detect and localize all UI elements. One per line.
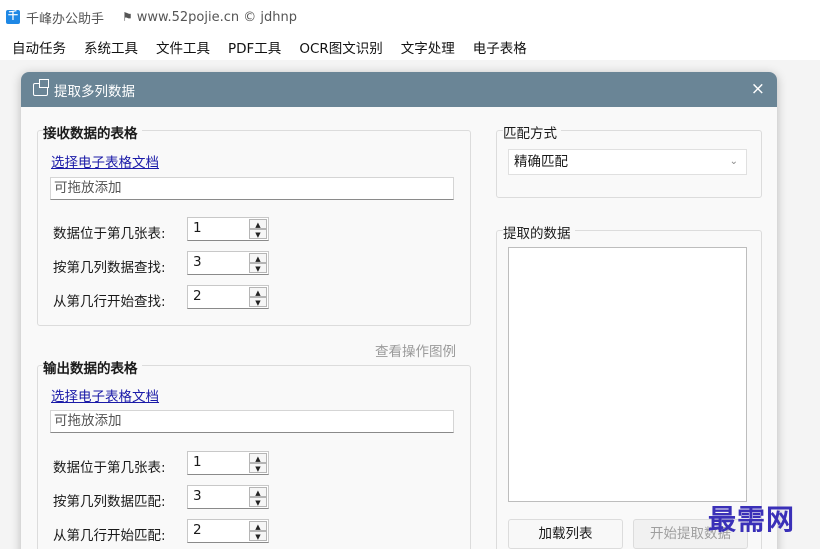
receive-start-row-label: 从第几行开始查找: [53,294,166,310]
stepper-down-icon[interactable]: ▼ [249,229,267,239]
app-website: www.52pojie.cn © jdhnp [136,9,297,25]
output-column-label: 按第几列数据匹配: [53,494,166,510]
chevron-down-icon: ⌄ [729,156,738,167]
match-mode-value: 精确匹配 [514,154,568,170]
stepper-down-icon[interactable]: ▼ [249,497,267,507]
output-group-title: 输出数据的表格 [43,357,142,377]
stepper-value: 1 [193,220,202,236]
menu-ocr[interactable]: OCR图文识别 [299,37,382,57]
dialog-header: 提取多列数据 × [21,72,777,107]
website-icon: ⚑ [122,10,133,24]
stepper-up-icon[interactable]: ▲ [249,487,267,497]
extract-columns-dialog: 提取多列数据 × 接收数据的表格 选择电子表格文档 可拖放添加 数据位于第几张表… [21,72,777,549]
receive-column-stepper[interactable]: 3 ▲ ▼ [187,251,269,275]
output-start-row-label: 从第几行开始匹配: [53,528,166,544]
stepper-up-icon[interactable]: ▲ [249,521,267,531]
menu-auto-task[interactable]: 自动任务 [12,37,66,57]
dialog-title: 提取多列数据 [54,83,135,100]
receive-column-label: 按第几列数据查找: [53,260,166,276]
stepper-down-icon[interactable]: ▼ [249,463,267,473]
stepper-down-icon[interactable]: ▼ [249,531,267,541]
menu-spreadsheet[interactable]: 电子表格 [473,37,527,57]
receive-choose-file-link[interactable]: 选择电子表格文档 [51,151,159,171]
match-mode-select[interactable]: 精确匹配 ⌄ [508,149,747,175]
load-list-button[interactable]: 加载列表 [508,519,623,549]
output-drop-field[interactable]: 可拖放添加 [50,410,454,433]
output-start-row-stepper[interactable]: 2 ▲ ▼ [187,519,269,543]
receive-sheet-label: 数据位于第几张表: [53,226,166,242]
stepper-value: 2 [193,288,202,304]
menu-pdf-tools[interactable]: PDF工具 [228,37,281,57]
output-sheet-stepper[interactable]: 1 ▲ ▼ [187,451,269,475]
stepper-value: 3 [193,488,202,504]
output-column-stepper[interactable]: 3 ▲ ▼ [187,485,269,509]
stepper-up-icon[interactable]: ▲ [249,453,267,463]
extracted-data-title: 提取的数据 [503,222,575,242]
receive-start-row-stepper[interactable]: 2 ▲ ▼ [187,285,269,309]
stepper-down-icon[interactable]: ▼ [249,263,267,273]
stepper-up-icon[interactable]: ▲ [249,253,267,263]
app-logo-icon: 千 [6,10,20,24]
receive-group-title: 接收数据的表格 [43,122,142,142]
menu-bar: 自动任务 系统工具 文件工具 PDF工具 OCR图文识别 文字处理 电子表格 [0,34,820,60]
receive-sheet-stepper[interactable]: 1 ▲ ▼ [187,217,269,241]
watermark-logo: 最需网 [708,503,796,536]
menu-system-tools[interactable]: 系统工具 [84,37,138,57]
stepper-value: 3 [193,254,202,270]
window-icon [33,79,49,96]
output-choose-file-link[interactable]: 选择电子表格文档 [51,385,159,405]
stepper-value: 2 [193,522,202,538]
stepper-value: 1 [193,454,202,470]
output-sheet-label: 数据位于第几张表: [53,460,166,476]
extracted-data-list[interactable] [508,247,747,502]
close-icon[interactable]: × [751,79,765,99]
match-mode-title: 匹配方式 [503,122,561,142]
menu-file-tools[interactable]: 文件工具 [156,37,210,57]
view-example-link[interactable]: 查看操作图例 [375,340,456,360]
stepper-down-icon[interactable]: ▼ [249,297,267,307]
app-titlebar: 千 千峰办公助手 ⚑ www.52pojie.cn © jdhnp [0,0,820,34]
receive-drop-field[interactable]: 可拖放添加 [50,177,454,200]
menu-text-processing[interactable]: 文字处理 [401,37,455,57]
stepper-up-icon[interactable]: ▲ [249,219,267,229]
app-title: 千峰办公助手 [26,11,105,27]
stepper-up-icon[interactable]: ▲ [249,287,267,297]
